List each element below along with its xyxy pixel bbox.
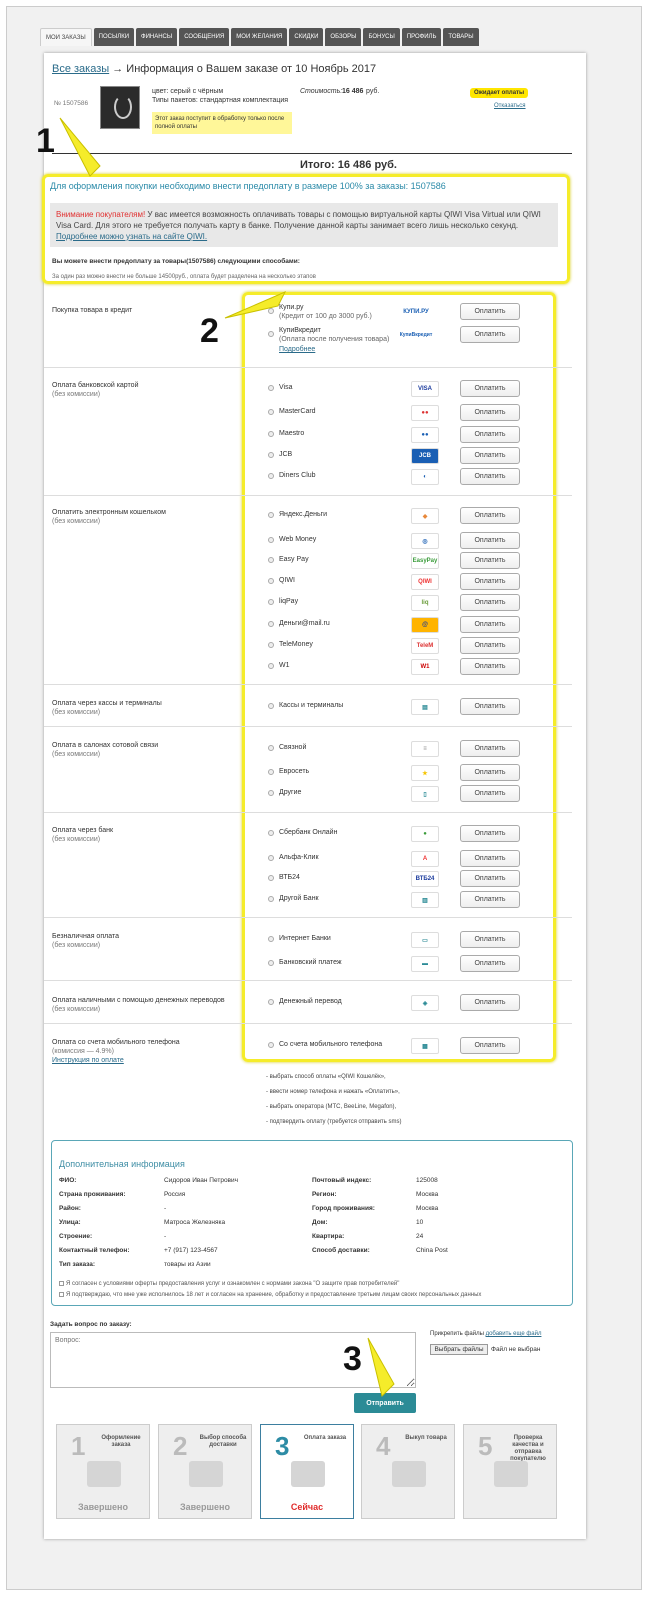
annotation-arrows	[59, 117, 395, 1397]
arrow-1	[59, 117, 101, 177]
arrow-3	[367, 1337, 395, 1397]
arrow-2	[224, 290, 287, 319]
